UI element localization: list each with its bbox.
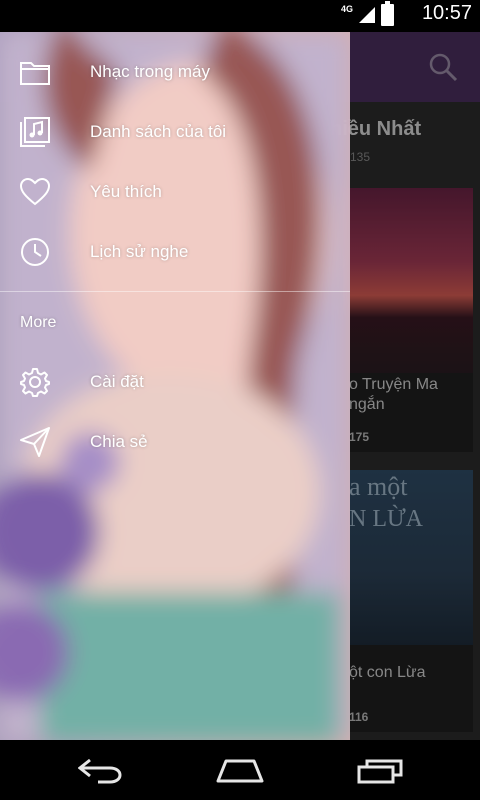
divider: [0, 291, 350, 292]
back-icon[interactable]: [70, 754, 130, 788]
menu-item-settings[interactable]: Cài đặt: [0, 352, 350, 412]
menu-item-label: Yêu thích: [90, 182, 162, 201]
menu-item-label: Danh sách của tôi: [90, 122, 227, 141]
folder-icon: [20, 57, 50, 87]
clock-icon: [20, 237, 50, 267]
gear-icon: [20, 367, 50, 397]
menu-item-label: Cài đặt: [90, 372, 144, 391]
more-section-header: More: [20, 314, 57, 331]
menu-item-my-playlists[interactable]: Danh sách của tôi: [0, 102, 350, 162]
menu-item-label: Lịch sử nghe: [90, 242, 189, 261]
recents-icon[interactable]: [350, 754, 410, 788]
menu-item-share[interactable]: Chia sẻ: [0, 412, 350, 472]
playlist-icon: [20, 117, 50, 147]
heart-icon: [20, 177, 50, 207]
share-icon: [20, 427, 50, 457]
status-icons: 4G: [340, 1, 394, 26]
home-icon[interactable]: [210, 754, 270, 788]
battery-icon: [381, 1, 394, 26]
menu-item-local-music[interactable]: Nhạc trong máy: [0, 42, 350, 102]
menu-item-history[interactable]: Lịch sử nghe: [0, 222, 350, 282]
menu-item-label: Chia sẻ: [90, 432, 148, 451]
navigation-drawer: Nhạc trong máy Danh sách của tôi Yêu thí…: [0, 32, 350, 740]
network-type: 4G: [340, 4, 353, 14]
system-navigation-bar: [0, 740, 480, 800]
menu-item-label: Nhạc trong máy: [90, 62, 210, 81]
status-bar: 4G 10:57: [0, 0, 480, 32]
menu-item-favorites[interactable]: Yêu thích: [0, 162, 350, 222]
clock: 10:57: [421, 2, 472, 24]
signal-icon: [359, 7, 375, 23]
